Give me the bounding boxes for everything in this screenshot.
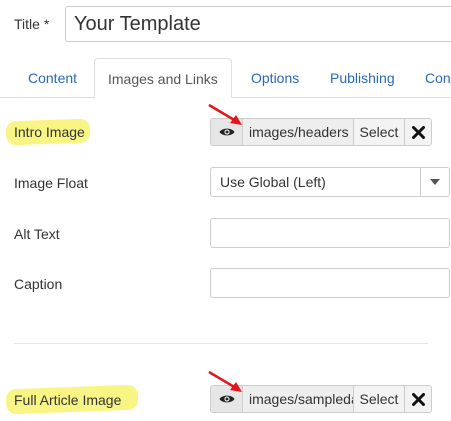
alt-text-input[interactable] bbox=[210, 218, 450, 248]
caption-input[interactable] bbox=[210, 268, 450, 298]
caption-label: Caption bbox=[14, 276, 63, 292]
tab-images-and-links[interactable]: Images and Links bbox=[94, 58, 232, 98]
full-article-image-clear-button[interactable] bbox=[405, 386, 431, 412]
image-float-value: Use Global (Left) bbox=[220, 174, 326, 190]
intro-image-path: images/headers bbox=[243, 119, 354, 145]
intro-image-clear-button[interactable] bbox=[405, 119, 431, 145]
intro-image-label: Intro Image bbox=[14, 124, 85, 140]
full-article-image-label: Full Article Image bbox=[14, 392, 122, 408]
title-input[interactable] bbox=[65, 6, 451, 42]
annotation-arrow-icon bbox=[208, 103, 242, 125]
intro-image-select-button[interactable]: Select bbox=[354, 119, 405, 145]
tab-options[interactable]: Options bbox=[251, 58, 299, 98]
caret-down-icon bbox=[420, 168, 449, 196]
image-float-label: Image Float bbox=[14, 175, 88, 191]
tab-content[interactable]: Content bbox=[28, 58, 77, 98]
tab-publishing[interactable]: Publishing bbox=[330, 58, 395, 98]
image-float-select[interactable]: Use Global (Left) bbox=[210, 167, 450, 197]
alt-text-label: Alt Text bbox=[14, 226, 60, 242]
full-article-image-path: images/sampledata bbox=[243, 386, 354, 412]
eye-icon bbox=[219, 128, 234, 136]
eye-icon bbox=[219, 395, 234, 403]
close-icon bbox=[411, 392, 425, 406]
tab-content-overflow[interactable]: Con bbox=[425, 58, 451, 98]
close-icon bbox=[411, 125, 425, 139]
full-article-image-select-button[interactable]: Select bbox=[354, 386, 405, 412]
annotation-arrow-icon bbox=[208, 370, 242, 392]
section-divider bbox=[14, 343, 428, 344]
title-label: Title * bbox=[14, 16, 50, 32]
